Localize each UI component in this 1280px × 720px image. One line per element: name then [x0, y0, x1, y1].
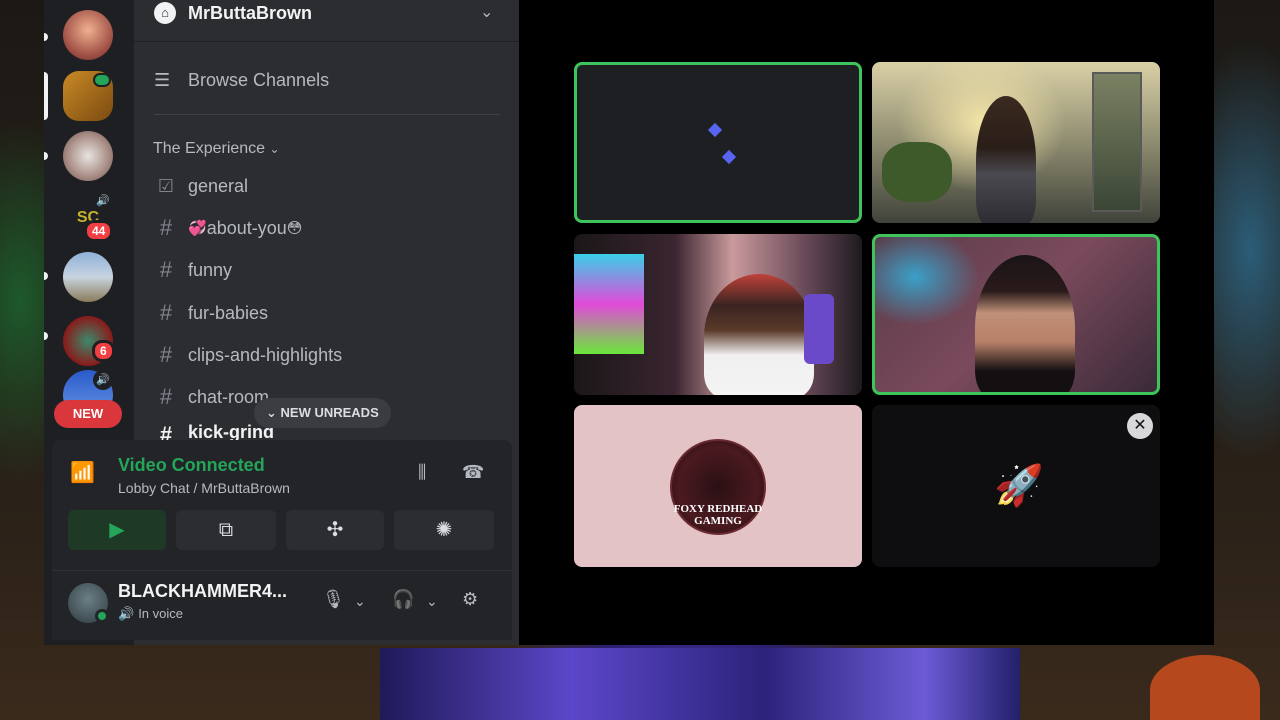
signal-icon[interactable]: 📶 — [70, 460, 95, 485]
activities-button[interactable]: ✣ — [286, 510, 384, 550]
channel-funny[interactable]: # funny — [154, 253, 232, 287]
headphones-icon[interactable]: 🎧 — [392, 589, 414, 610]
voice-status[interactable]: Video Connected — [118, 455, 265, 476]
browse-channels-label: Browse Channels — [188, 69, 330, 90]
server-icon-1[interactable] — [63, 10, 113, 60]
server-header[interactable]: ⌂ MrButtaBrown ⌄ — [134, 0, 519, 42]
video-tile-loading[interactable] — [574, 62, 862, 223]
server-indicator — [44, 33, 48, 41]
screen-share-button[interactable]: ⧉ — [176, 510, 276, 550]
channel-kick-grind[interactable]: # kick-grind — [154, 422, 274, 440]
speaker-icon: 🔊 — [93, 191, 113, 211]
community-icon: ⌂ — [154, 2, 176, 24]
foxy-redhead-logo: FOXY REDHEAD GAMING — [670, 439, 766, 535]
user-panel: BLACKHAMMER4... 🔊 In voice 🎙 ⌄ 🎧 ⌄ ⚙ — [52, 570, 512, 640]
rocket-plus-icon[interactable]: 🚀 — [994, 462, 1044, 509]
user-status: 🔊 In voice — [118, 606, 183, 622]
channel-label: fur-babies — [188, 302, 269, 323]
chair — [804, 294, 834, 364]
channel-emoji: 💞 — [188, 220, 207, 237]
video-tile-participant-3[interactable] — [872, 234, 1160, 395]
mention-badge: 44 — [84, 220, 114, 242]
participant-figure — [975, 255, 1075, 392]
speaker-icon: 🔊 — [118, 606, 135, 621]
channel-label: general — [188, 175, 249, 196]
hash-icon: # — [159, 384, 173, 409]
video-tile-participant-2[interactable] — [574, 234, 862, 395]
video-tile-foxy-redhead[interactable]: FOXY REDHEAD GAMING — [574, 405, 862, 567]
divider — [154, 114, 500, 115]
channel-label: funny — [188, 259, 233, 280]
video-tile-participant-1[interactable] — [872, 62, 1160, 223]
streamer-shirt — [380, 648, 1020, 720]
server-icon-3[interactable] — [63, 131, 113, 181]
voice-location[interactable]: Lobby Chat / MrButtaBrown — [118, 480, 290, 496]
channel-about-you[interactable]: # 💞 about-you 😳 — [154, 211, 303, 245]
server-icon-mrbuttabrown[interactable] — [63, 71, 113, 121]
live-icon — [93, 73, 111, 87]
server-indicator — [44, 152, 48, 160]
channel-label: about-you — [206, 217, 287, 238]
channel-label: clips-and-highlights — [188, 344, 343, 365]
rgb-pc — [574, 254, 644, 354]
microphone-icon[interactable]: 🎙 — [322, 589, 345, 610]
camera-icon: ▶ — [109, 519, 125, 541]
channel-chat-room[interactable]: # chat-room — [154, 380, 269, 414]
close-icon[interactable]: ✕ — [1127, 413, 1153, 439]
chevron-down-icon: ⌄ — [269, 142, 280, 156]
user-status-label: In voice — [138, 606, 183, 621]
username[interactable]: BLACKHAMMER4... — [118, 581, 287, 602]
soundboard-icon: ✺ — [435, 519, 453, 541]
browse-channels-icon: ☰ — [154, 69, 171, 90]
server-name: MrButtaBrown — [188, 3, 312, 23]
new-unreads-label: NEW UNREADS — [280, 405, 379, 420]
gear-icon[interactable]: ⚙ — [462, 589, 478, 610]
server-indicator — [44, 332, 48, 340]
hash-icon: # — [159, 342, 173, 367]
channel-emoji: 😳 — [286, 220, 303, 237]
activities-icon: ✣ — [326, 519, 344, 541]
hash-icon: # — [159, 300, 173, 325]
loading-icon — [721, 149, 737, 165]
chevron-down-icon[interactable]: ⌄ — [480, 2, 493, 22]
background-object — [1150, 655, 1260, 720]
participant-figure — [704, 274, 814, 395]
chevron-down-icon[interactable]: ⌄ — [426, 593, 438, 610]
speaker-icon: 🔊 — [93, 370, 113, 390]
plant — [882, 142, 952, 202]
disconnect-icon[interactable]: ☎ — [462, 462, 484, 483]
chevron-down-icon[interactable]: ⌄ — [354, 593, 366, 610]
hash-icon: # — [159, 215, 173, 240]
camera-button[interactable]: ▶ — [68, 510, 166, 550]
logo-text: FOXY REDHEAD GAMING — [673, 503, 763, 527]
category-label: The Experience — [153, 140, 266, 157]
loading-icon — [707, 122, 723, 138]
active-server-indicator — [44, 72, 48, 120]
channel-fur-babies[interactable]: # fur-babies — [154, 296, 268, 330]
noise-suppression-icon[interactable]: ⫼ — [418, 462, 426, 483]
online-status-icon — [95, 609, 109, 623]
channel-clips-and-highlights[interactable]: # clips-and-highlights — [154, 338, 342, 372]
participant-figure — [976, 96, 1036, 223]
new-servers-pill[interactable]: NEW — [54, 400, 122, 428]
channel-general[interactable]: ☑ general — [154, 169, 248, 203]
server-icon-5[interactable] — [63, 252, 113, 302]
hash-icon: # — [159, 257, 173, 282]
new-unreads-button[interactable]: ⌄ NEW UNREADS — [254, 398, 391, 428]
server-indicator — [44, 272, 48, 280]
browse-channels[interactable]: ☰ Browse Channels — [154, 64, 329, 96]
category-header[interactable]: The Experience ⌄ — [153, 140, 280, 158]
screen-share-icon: ⧉ — [218, 519, 234, 541]
hash-icon: # — [159, 422, 173, 440]
mention-badge: 6 — [92, 340, 115, 362]
soundboard-button[interactable]: ✺ — [394, 510, 494, 550]
chevron-down-icon: ⌄ — [266, 405, 281, 420]
shelf — [1092, 72, 1142, 212]
voice-connection-panel: 📶 Video Connected Lobby Chat / MrButtaBr… — [52, 440, 512, 640]
rules-icon: ☑ — [157, 175, 175, 196]
